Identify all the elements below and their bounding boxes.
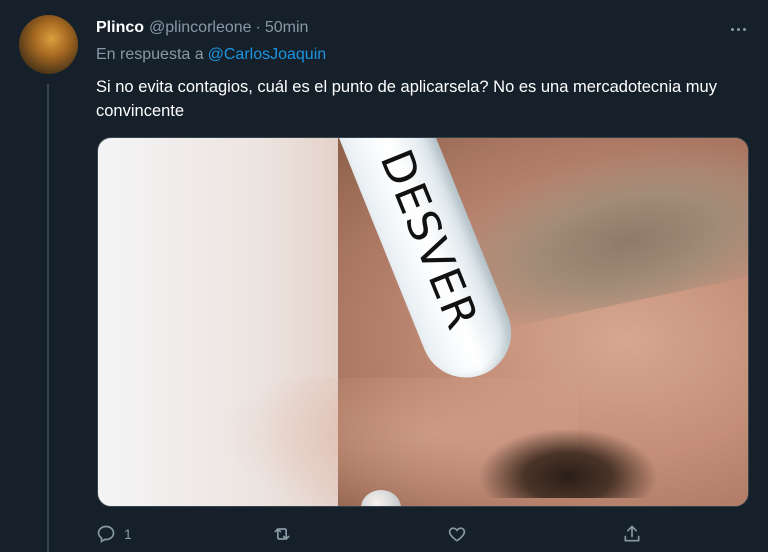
- timestamp[interactable]: 50min: [265, 19, 309, 37]
- thread-line: [47, 84, 49, 552]
- share-button[interactable]: [622, 520, 642, 548]
- separator: ·: [255, 19, 261, 36]
- tweet-actions: 1: [96, 520, 656, 548]
- share-icon: [624, 525, 640, 542]
- retweet-button[interactable]: [272, 520, 300, 548]
- tweet-text: Si no evita contagios, cuál es el punto …: [96, 78, 717, 120]
- like-button[interactable]: [447, 520, 475, 548]
- reply-icon: [97, 525, 115, 544]
- image-eyelashes: [478, 428, 658, 498]
- display-name[interactable]: Plinco: [96, 19, 144, 37]
- reply-mention-link[interactable]: @CarlosJoaquin: [208, 46, 327, 63]
- reply-context: En respuesta a @CarlosJoaquin: [96, 46, 326, 64]
- reply-count: 1: [124, 526, 132, 542]
- tweet-image[interactable]: DESVER: [97, 137, 749, 507]
- reply-button[interactable]: 1: [96, 520, 132, 548]
- more-icon[interactable]: [724, 22, 752, 36]
- tweet-header: Plinco @plincorleone · 50min: [96, 17, 308, 39]
- reply-prefix: En respuesta a: [96, 46, 204, 63]
- user-handle[interactable]: @plincorleone: [149, 19, 252, 37]
- avatar[interactable]: [19, 15, 78, 74]
- retweet-icon: [274, 528, 290, 540]
- like-icon: [448, 527, 466, 542]
